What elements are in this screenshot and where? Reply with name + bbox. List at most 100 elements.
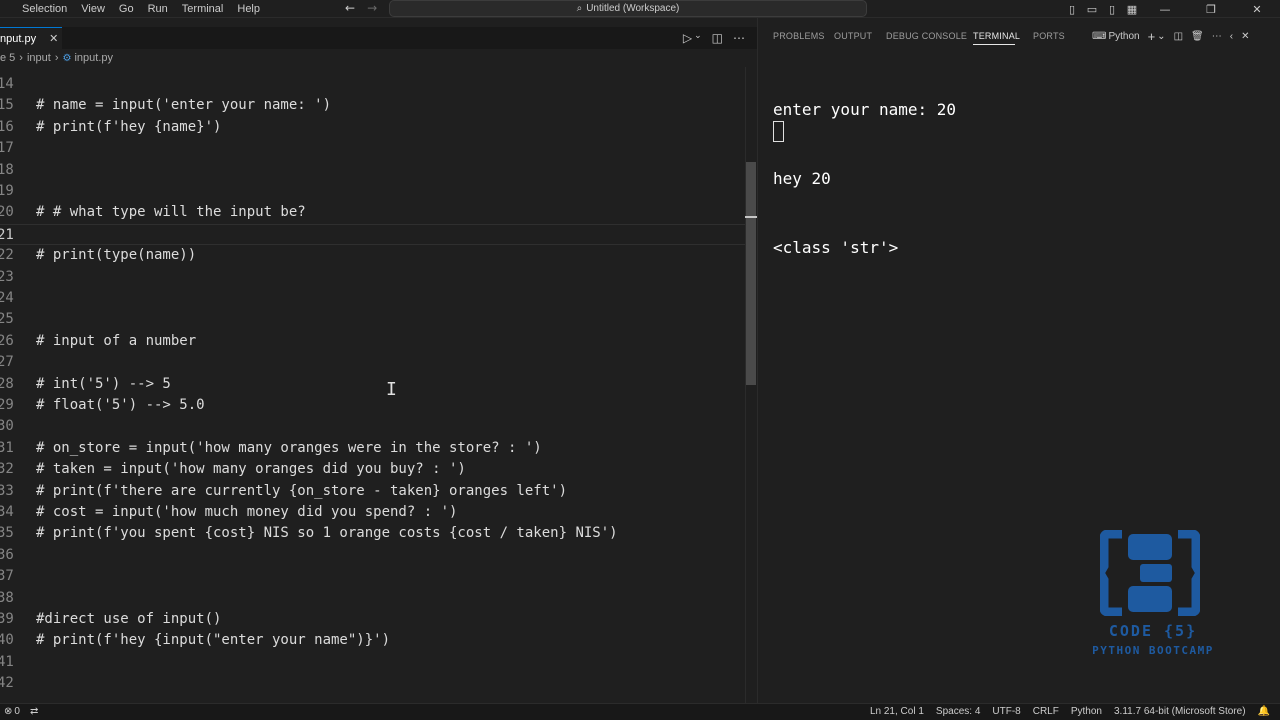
code-line[interactable]: 29 # float('5') --> 5.0 [0, 395, 745, 416]
customize-layout-icon[interactable]: ▦ [1122, 3, 1142, 16]
code-line[interactable]: 24 [0, 288, 745, 309]
code-line[interactable]: 21 [0, 223, 745, 246]
code-text: # # what type will the input be? [36, 204, 306, 221]
minimize-icon[interactable]: — [1142, 3, 1188, 16]
terminal-shell-label[interactable]: Python [1108, 31, 1139, 42]
code-line[interactable]: 30 [0, 416, 745, 437]
panel-divider[interactable] [757, 18, 758, 703]
more-actions-icon[interactable]: ⋯ [1212, 31, 1222, 42]
close-icon[interactable]: ✕ [49, 32, 58, 45]
code-line[interactable]: 28 # int('5') --> 5 [0, 374, 745, 395]
error-icon[interactable]: ⊗ [4, 706, 12, 717]
encoding[interactable]: UTF-8 [992, 706, 1020, 717]
tab-input-py[interactable]: nput.py ✕ [0, 27, 62, 49]
terminal-line: hey 20 [773, 169, 831, 188]
error-count[interactable]: 0 [14, 706, 20, 717]
python-interpreter[interactable]: 3.11.7 64-bit (Microsoft Store) [1114, 706, 1246, 717]
line-number: 42 [0, 675, 14, 692]
menu-go[interactable]: Go [119, 3, 134, 15]
code-line[interactable]: 34 # cost = input('how much money did you… [0, 502, 745, 523]
tab-output[interactable]: OUTPUT [834, 31, 872, 41]
editor-actions: ▷ ⌄ ◫ ⋯ [683, 31, 745, 45]
split-editor-icon[interactable]: ◫ [712, 31, 723, 45]
editor-scrollbar-thumb[interactable] [746, 162, 756, 385]
code-text: # on_store = input('how many oranges wer… [36, 439, 542, 456]
line-number: 18 [0, 161, 14, 178]
menu-help[interactable]: Help [237, 3, 260, 15]
line-number: 40 [0, 632, 14, 649]
code-text: # name = input('enter your name: ') [36, 97, 332, 114]
code-line[interactable]: 31 # on_store = input('how many oranges w… [0, 438, 745, 459]
code-line[interactable]: 42 [0, 673, 745, 694]
code-line[interactable]: 41 [0, 652, 745, 673]
close-panel-icon[interactable]: ✕ [1241, 31, 1249, 42]
toggle-sidebar-icon[interactable]: ▯ [1062, 3, 1082, 16]
toggle-secondary-sidebar-icon[interactable]: ▯ [1102, 3, 1122, 16]
breadcrumb-item[interactable]: input [27, 52, 51, 64]
chevron-down-icon[interactable]: ⌄ [694, 31, 702, 45]
code-line[interactable]: 20 # # what type will the input be? [0, 202, 745, 223]
terminal-cursor [773, 121, 784, 142]
code-line[interactable]: 17 [0, 138, 745, 159]
code-line[interactable]: 40 # print(f'hey {input("enter your name"… [0, 630, 745, 651]
new-terminal-icon[interactable]: + [1148, 29, 1156, 44]
close-window-icon[interactable]: ✕ [1234, 3, 1280, 16]
menu-selection[interactable]: Selection [22, 3, 67, 15]
menu-view[interactable]: View [81, 3, 105, 15]
command-center[interactable]: ⌕ Untitled (Workspace) [389, 0, 867, 17]
code-line[interactable]: 39 #direct use of input() [0, 609, 745, 630]
search-icon: ⌕ [576, 3, 583, 14]
cursor-position[interactable]: Ln 21, Col 1 [870, 706, 924, 717]
terminal-output[interactable]: enter your name: 20 hey 20 <class 'str'> [773, 52, 1273, 282]
code-text: #direct use of input() [36, 611, 222, 627]
line-number: 16 [0, 118, 14, 135]
code-line[interactable]: 19 [0, 181, 745, 202]
line-number: 20 [0, 204, 14, 221]
logo-subtitle: PYTHON BOOTCAMP [1092, 644, 1214, 657]
code-line[interactable]: 22 # print(type(name)) [0, 245, 745, 266]
line-number: 17 [0, 140, 14, 157]
code-line[interactable]: 38 [0, 588, 745, 609]
code-line[interactable]: 37 [0, 566, 745, 587]
chevron-down-icon[interactable]: ⌄ [1157, 31, 1165, 42]
code-text: # print(f'hey {input("enter your name")}… [36, 632, 391, 649]
code-line[interactable]: 27 [0, 352, 745, 373]
code-line[interactable]: 15 # name = input('enter your name: ') [0, 95, 745, 116]
chevron-left-icon[interactable]: ‹ [1230, 31, 1233, 42]
run-icon[interactable]: ▷ [683, 31, 692, 45]
code-line[interactable]: 32 # taken = input('how many oranges did … [0, 459, 745, 480]
trash-icon[interactable]: 🗑 [1191, 31, 1204, 42]
menu-bar: Selection View Go Run Terminal Help [0, 0, 274, 18]
code-line[interactable]: 36 [0, 545, 745, 566]
back-arrow-icon[interactable]: ← [345, 1, 355, 15]
forward-arrow-icon[interactable]: → [367, 1, 377, 15]
code-line[interactable]: 18 [0, 160, 745, 181]
tab-debug-console[interactable]: DEBUG CONSOLE [886, 31, 967, 41]
menu-run[interactable]: Run [148, 3, 168, 15]
tab-terminal[interactable]: TERMINAL [973, 31, 1020, 41]
tab-problems[interactable]: PROBLEMS [773, 31, 825, 41]
menu-terminal[interactable]: Terminal [182, 3, 224, 15]
language-mode[interactable]: Python [1071, 706, 1102, 717]
tab-ports[interactable]: PORTS [1033, 31, 1065, 41]
breadcrumb-item[interactable]: e 5 [0, 52, 15, 64]
notifications-bell-icon[interactable]: 🔔 [1258, 706, 1270, 717]
toggle-panel-icon[interactable]: ▭ [1082, 3, 1102, 16]
code-text: # taken = input('how many oranges did yo… [36, 461, 466, 478]
end-of-line[interactable]: CRLF [1033, 706, 1059, 717]
code-line[interactable]: 16 # print(f'hey {name}') [0, 117, 745, 138]
more-actions-icon[interactable]: ⋯ [733, 31, 745, 45]
live-share-icon[interactable]: ⇄ [30, 706, 38, 717]
indentation[interactable]: Spaces: 4 [936, 706, 980, 717]
code-line[interactable]: 26 # input of a number [0, 331, 745, 352]
code-line[interactable]: 25 [0, 309, 745, 330]
title-bar: Selection View Go Run Terminal Help ← → ⌕… [0, 0, 1280, 18]
code-line[interactable]: 23 [0, 267, 745, 288]
restore-icon[interactable]: ❐ [1188, 3, 1234, 16]
code-line[interactable]: 35 # print(f'you spent {cost} NIS so 1 or… [0, 523, 745, 544]
code-editor[interactable]: 14 15 # name = input('enter your name: ') 1… [0, 67, 745, 703]
code-line[interactable]: 33 # print(f'there are currently {on_stor… [0, 481, 745, 502]
code-line[interactable]: 14 [0, 74, 745, 95]
split-terminal-icon[interactable]: ◫ [1174, 31, 1183, 42]
breadcrumb-item[interactable]: input.py [74, 52, 113, 64]
